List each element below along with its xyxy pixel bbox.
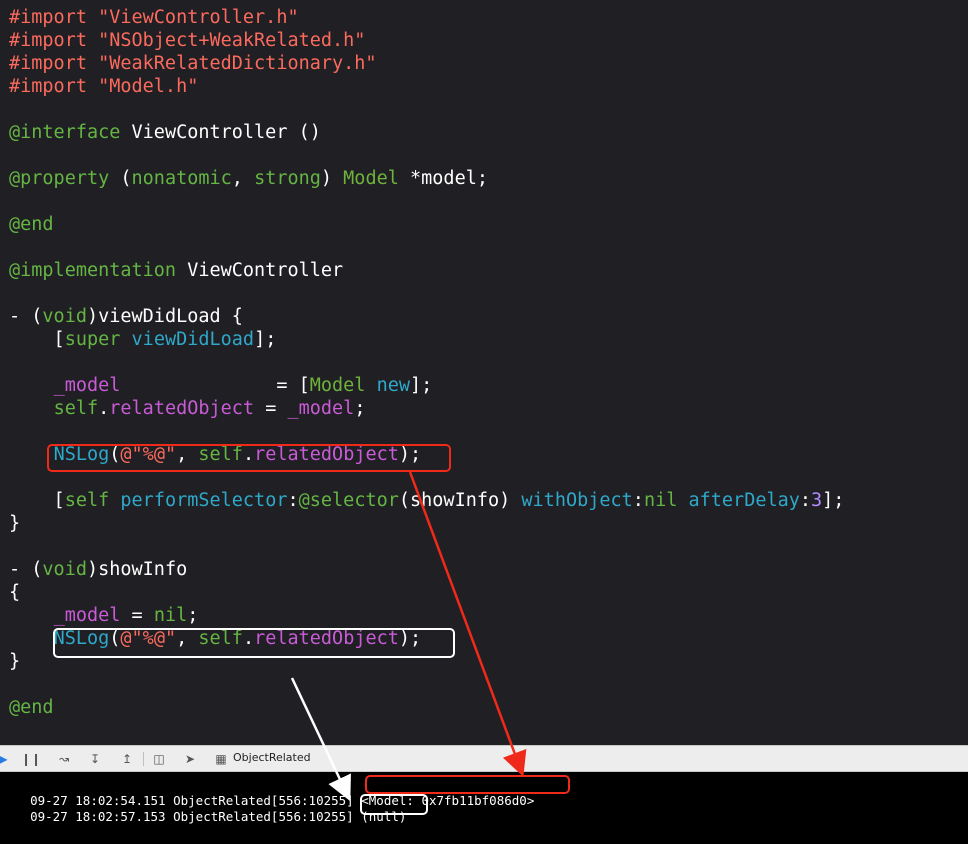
red-arrow xyxy=(408,471,527,777)
white-arrow xyxy=(290,677,351,802)
annotation-arrows xyxy=(290,471,527,802)
